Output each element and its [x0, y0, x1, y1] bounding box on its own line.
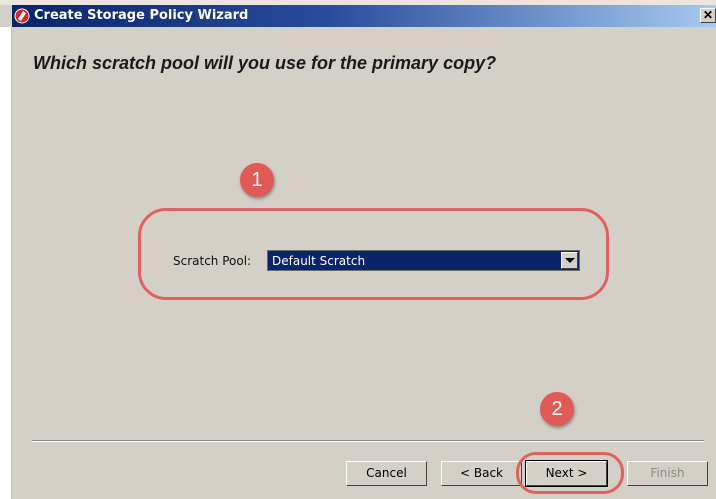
scratch-pool-selected-value: Default Scratch — [272, 254, 366, 268]
annotation-highlight-next — [516, 452, 624, 494]
title-bar[interactable]: Create Storage Policy Wizard ✕ — [12, 5, 716, 27]
wizard-app-icon — [14, 8, 30, 24]
window-left-edge — [0, 27, 12, 499]
chevron-down-icon[interactable] — [561, 252, 578, 269]
wizard-window: Create Storage Policy Wizard ✕ Which scr… — [0, 0, 716, 499]
scratch-pool-select[interactable]: Default Scratch — [267, 250, 580, 271]
back-button[interactable]: < Back — [441, 461, 522, 486]
close-icon[interactable]: ✕ — [700, 8, 716, 23]
button-divider — [32, 440, 704, 442]
page-question: Which scratch pool will you use for the … — [33, 53, 497, 73]
annotation-step-1: 1 — [240, 163, 274, 197]
annotation-step-2: 2 — [540, 392, 574, 426]
scratch-pool-label: Scratch Pool: — [173, 254, 252, 268]
window-title: Create Storage Policy Wizard — [34, 8, 249, 23]
cancel-button[interactable]: Cancel — [346, 461, 427, 486]
finish-button[interactable]: Finish — [627, 461, 708, 486]
